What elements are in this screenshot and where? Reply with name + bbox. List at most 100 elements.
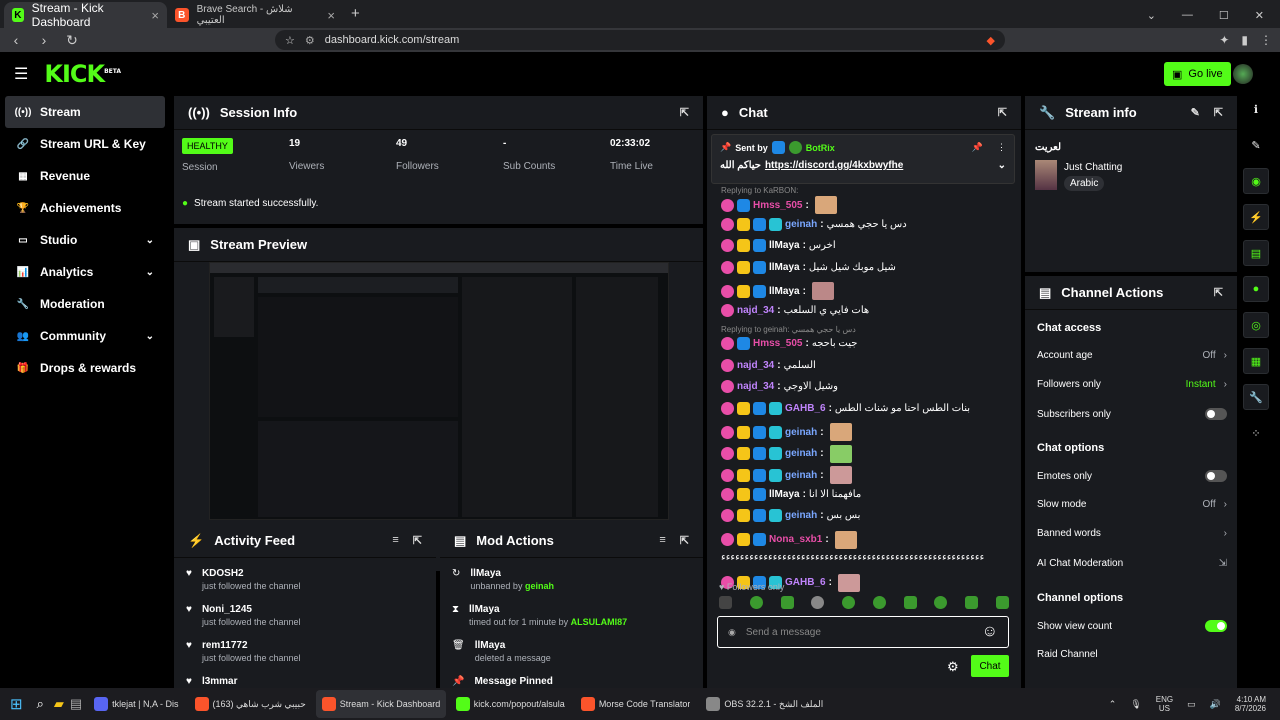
chat-widget-icon[interactable]: ● [1243,276,1269,302]
browser-tab-kick[interactable]: K Stream - Kick Dashboard × [4,1,167,29]
edit-layout-icon[interactable]: ✎ [1243,132,1269,158]
hamburger-menu-icon[interactable]: ☰ [14,64,28,84]
popout-icon[interactable]: ⇱ [680,534,689,547]
chat-input[interactable]: ◉ Send a message ☺ [717,616,1009,648]
sidebar-item-stream-url-key[interactable]: 🔗 Stream URL & Key [0,128,170,160]
chevron-down-icon[interactable]: ⌄ [146,235,154,246]
subscribers-only-toggle[interactable] [1205,408,1227,420]
close-tab-icon[interactable]: × [151,8,159,23]
chat-message[interactable]: geinah: [721,466,852,484]
taskbar-item[interactable]: kick.com/popout/alsula [450,690,571,718]
tag-arabic[interactable]: Arabic [1064,176,1105,191]
chat-message[interactable]: llMaya: شيل موبك شيل شيل [721,260,896,274]
taskbar-item[interactable]: Stream - Kick Dashboard [315,690,446,718]
search-icon[interactable]: ⌕ [33,696,48,712]
popout-icon[interactable]: ⇱ [413,534,422,547]
forward-icon[interactable]: › [36,32,52,48]
chat-message[interactable]: GAHB_6: بنات الطس احنا مو شنات الطس [721,401,970,415]
new-tab-icon[interactable]: + [351,5,360,22]
chat-message[interactable]: Nona_sxb1: [721,530,857,549]
back-icon[interactable]: ‹ [8,32,24,48]
emotes-only-toggle[interactable] [1205,470,1227,482]
reload-icon[interactable]: ↻ [64,32,80,49]
account-age-row[interactable]: Account age Off › [1037,350,1227,361]
chat-message[interactable]: llMaya: اخرس [721,239,836,252]
slow-mode-row[interactable]: Slow mode Off › [1037,499,1227,510]
sidebar-item-stream[interactable]: ((•)) Stream [5,96,165,128]
tools-widget-icon[interactable]: 🔧 [1243,384,1269,410]
expand-icon[interactable]: ⌄ [998,160,1006,171]
popout-icon[interactable]: ⇱ [998,106,1007,119]
actions-widget-icon[interactable]: ▦ [1243,348,1269,374]
apps-icon[interactable]: ⁘ [1243,420,1269,446]
window-controls[interactable]: ⌄ — ☐ ✕ [1147,9,1280,22]
browser-menu[interactable]: ✦ ▮ ⋮ [1219,33,1272,47]
unpin-icon[interactable]: 📌 [972,142,983,153]
activity-widget-icon[interactable]: ⚡ [1243,204,1269,230]
session-widget-icon[interactable]: ◉ [1243,168,1269,194]
chat-message[interactable]: llMaya: [721,282,834,300]
sidebar-item-moderation[interactable]: 🔧 Moderation [0,288,170,320]
browser-tab-brave[interactable]: B Brave Search - شلاش العتيبي × [167,2,343,28]
file-explorer-icon[interactable]: ▰ [54,696,64,712]
raid-channel-row[interactable]: Raid Channel [1037,649,1227,660]
close-tab-icon[interactable]: × [327,8,335,23]
chat-send-button[interactable]: Chat [971,655,1009,677]
emoji-icon[interactable]: ☺ [982,623,998,641]
bookmark-icon[interactable]: ☆ [285,34,295,47]
chat-message[interactable]: Hmss_505: جيت باحجه [721,337,857,350]
show-view-count-row[interactable]: Show view count [1037,620,1227,632]
sidebar-item-analytics[interactable]: 📊 Analytics ⌄ [0,256,170,288]
chat-message[interactable]: najd_34: السلمي [721,358,816,372]
chat-settings-icon[interactable]: ⚙ [947,659,959,675]
chevron-down-icon[interactable]: ⌄ [146,267,154,278]
popout-icon[interactable]: ⇱ [1214,106,1223,119]
sidebar-item-revenue[interactable]: ▦ Revenue [0,160,170,192]
go-live-button[interactable]: ▣ Go live [1164,62,1231,86]
taskbar-item[interactable]: tklejat | N,A - Dis [88,690,184,718]
mod-widget-icon[interactable]: ▤ [1243,240,1269,266]
chat-message[interactable]: geinah: [721,423,852,441]
taskbar-item[interactable]: (163) حبيبي شرب شاهي [189,690,312,718]
followers-only-row[interactable]: Followers only Instant › [1037,379,1227,390]
chat-message[interactable]: ءءءءءءءءءءءءءءءءءءءءءءءءءءءءءءءءءءءءءءءء… [721,552,984,563]
popout-icon[interactable]: ⇱ [680,106,689,119]
files-icon[interactable]: ▤ [70,696,82,712]
broadcast-widget-icon[interactable]: ◎ [1243,312,1269,338]
taskbar-item[interactable]: Morse Code Translator [575,690,697,718]
emotes-only-row[interactable]: Emotes only [1037,470,1227,482]
system-tray[interactable]: ⌃ 🎙 ENG US ▭ 🔊 4:10 AM 8/7/2026 [1109,695,1274,713]
preview-video[interactable] [209,262,669,520]
chevron-down-icon[interactable]: ⌄ [146,331,154,342]
chat-message[interactable]: geinah: دس يا حجي همسي [721,217,907,231]
chat-message[interactable]: Hmss_505: [721,196,837,214]
kick-logo[interactable]: KICKBETA [44,60,121,88]
more-icon[interactable]: ⋮ [997,142,1006,153]
sidebar-item-achievements[interactable]: 🏆 Achievements [0,192,170,224]
sidebar-item-community[interactable]: 👥 Community ⌄ [0,320,170,352]
edit-icon[interactable]: ✎ [1191,106,1200,119]
brave-shield-icon[interactable]: ◆ [987,34,995,47]
info-icon[interactable]: ℹ [1243,96,1269,122]
pinned-link[interactable]: https://discord.gg/4kxbwyfhe [765,160,903,171]
chat-message[interactable]: najd_34: وشيل الاوجي [721,380,838,393]
chat-message[interactable]: geinah: [721,444,852,463]
show-view-count-toggle[interactable] [1205,620,1227,632]
emote-bar[interactable] [719,596,1009,609]
chat-message[interactable]: najd_34: هات فايي ي السلعب [721,303,869,317]
banned-words-row[interactable]: Banned words › [1037,528,1227,539]
filter-icon[interactable]: ≡ [392,534,398,547]
sidebar-item-drops-rewards[interactable]: 🎁 Drops & rewards [0,352,170,384]
pinned-message[interactable]: 📌 Sent by BotRix 📌 ⋮ حياكم الله https://disc… [711,134,1015,184]
subscribers-only-row[interactable]: Subscribers only [1037,408,1227,420]
url-bar[interactable]: ☆ ⚙ dashboard.kick.com/stream ◆ [275,30,1005,50]
user-avatar[interactable] [1233,64,1253,84]
site-info-icon[interactable]: ⚙ [305,34,315,47]
taskbar-item[interactable]: OBS 32.2.1 - الملف الشخ [700,690,829,718]
chat-message[interactable]: llMaya: مافهمنا الا انا [721,487,861,501]
ai-moderation-row[interactable]: AI Chat Moderation ⇲ [1037,558,1227,569]
chat-message[interactable]: geinah: بس بس [721,509,860,522]
filter-icon[interactable]: ≡ [659,534,665,547]
windows-start-icon[interactable]: ⊞ [6,695,27,713]
sidebar-item-studio[interactable]: ▭ Studio ⌄ [0,224,170,256]
